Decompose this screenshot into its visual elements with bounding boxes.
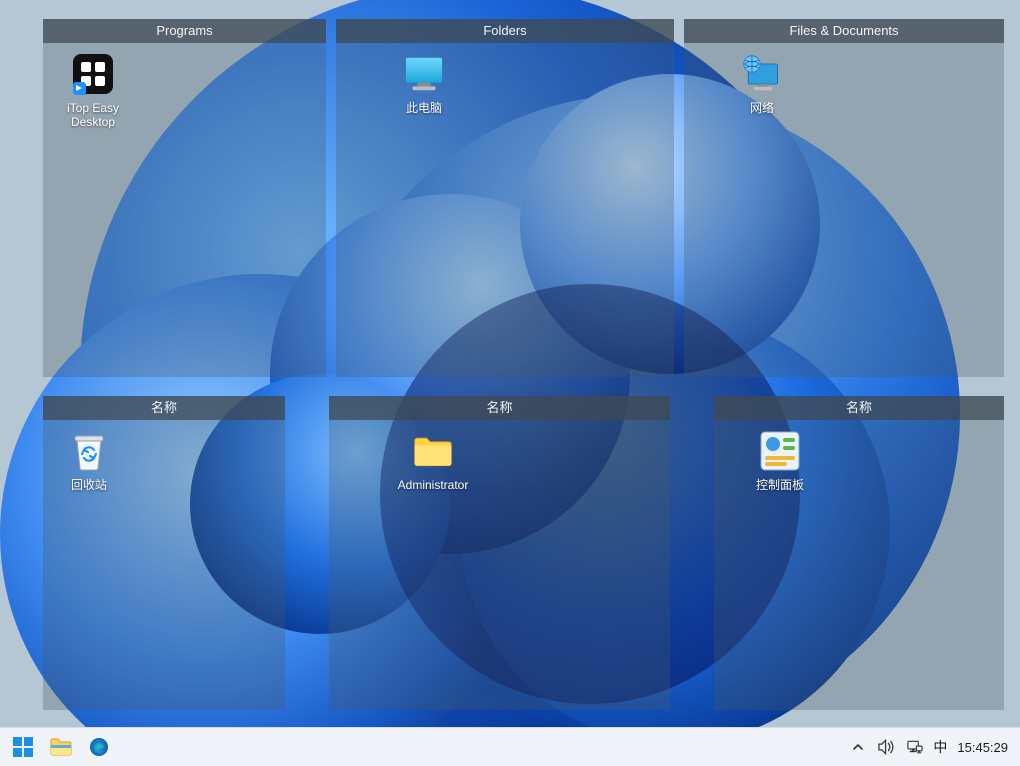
fence-name1-title[interactable]: 名称 xyxy=(43,396,285,420)
tray-ime-indicator[interactable]: 中 xyxy=(933,737,947,757)
desktop-icon-this-pc[interactable]: 此电脑 xyxy=(386,53,462,115)
desktop-icon-label: 此电脑 xyxy=(386,101,462,115)
fence-name3-title[interactable]: 名称 xyxy=(714,396,1004,420)
network-tray-icon xyxy=(906,739,923,755)
recycle-bin-icon xyxy=(68,430,110,472)
fence-name2-title[interactable]: 名称 xyxy=(329,396,670,420)
desktop-icon-itop-easy-desktop[interactable]: iTop Easy Desktop xyxy=(55,53,131,129)
start-button[interactable] xyxy=(6,731,40,763)
edge-icon xyxy=(89,737,109,757)
fence-folders-title[interactable]: Folders xyxy=(336,19,674,43)
desktop-icon-label: 控制面板 xyxy=(742,478,818,492)
speaker-icon xyxy=(878,739,895,755)
network-icon xyxy=(741,53,783,95)
tray-show-hidden-icons[interactable] xyxy=(849,738,867,756)
desktop-icon-recycle-bin[interactable]: 回收站 xyxy=(51,430,127,492)
fence-programs[interactable]: Programs iTop Easy Desktop xyxy=(43,19,326,377)
taskbar-file-explorer[interactable] xyxy=(44,731,78,763)
fence-programs-title[interactable]: Programs xyxy=(43,19,326,43)
tray-network[interactable] xyxy=(905,738,923,756)
windows-logo-icon xyxy=(13,737,33,757)
taskbar-clock[interactable]: 15:45:29 xyxy=(957,740,1008,755)
desktop-icon-administrator-folder[interactable]: Administrator xyxy=(389,430,477,492)
fence-name-2[interactable]: 名称 Administrator xyxy=(329,396,670,710)
desktop-icon-label: 网络 xyxy=(724,101,800,115)
desktop-icon-network[interactable]: 网络 xyxy=(724,53,800,115)
desktop-icon-control-panel[interactable]: 控制面板 xyxy=(742,430,818,492)
fence-name-3[interactable]: 名称 控制面板 xyxy=(714,396,1004,710)
fence-files-documents[interactable]: Files & Documents 网络 xyxy=(684,19,1004,377)
desktop-icon-label: iTop Easy Desktop xyxy=(55,101,131,129)
fence-files-title[interactable]: Files & Documents xyxy=(684,19,1004,43)
desktop-icon-label: 回收站 xyxy=(51,478,127,492)
taskbar: 中 15:45:29 xyxy=(0,727,1020,766)
tray-sound[interactable] xyxy=(877,738,895,756)
desktop-icon-label: Administrator xyxy=(389,478,477,492)
folder-icon xyxy=(412,430,454,472)
fence-folders[interactable]: Folders 此电脑 xyxy=(336,19,674,377)
control-panel-icon xyxy=(759,430,801,472)
file-explorer-icon xyxy=(50,738,72,756)
chevron-up-icon xyxy=(852,741,864,753)
itop-icon xyxy=(72,53,114,95)
this-pc-icon xyxy=(403,53,445,95)
taskbar-edge[interactable] xyxy=(82,731,116,763)
fence-name-1[interactable]: 名称 回收站 xyxy=(43,396,285,710)
